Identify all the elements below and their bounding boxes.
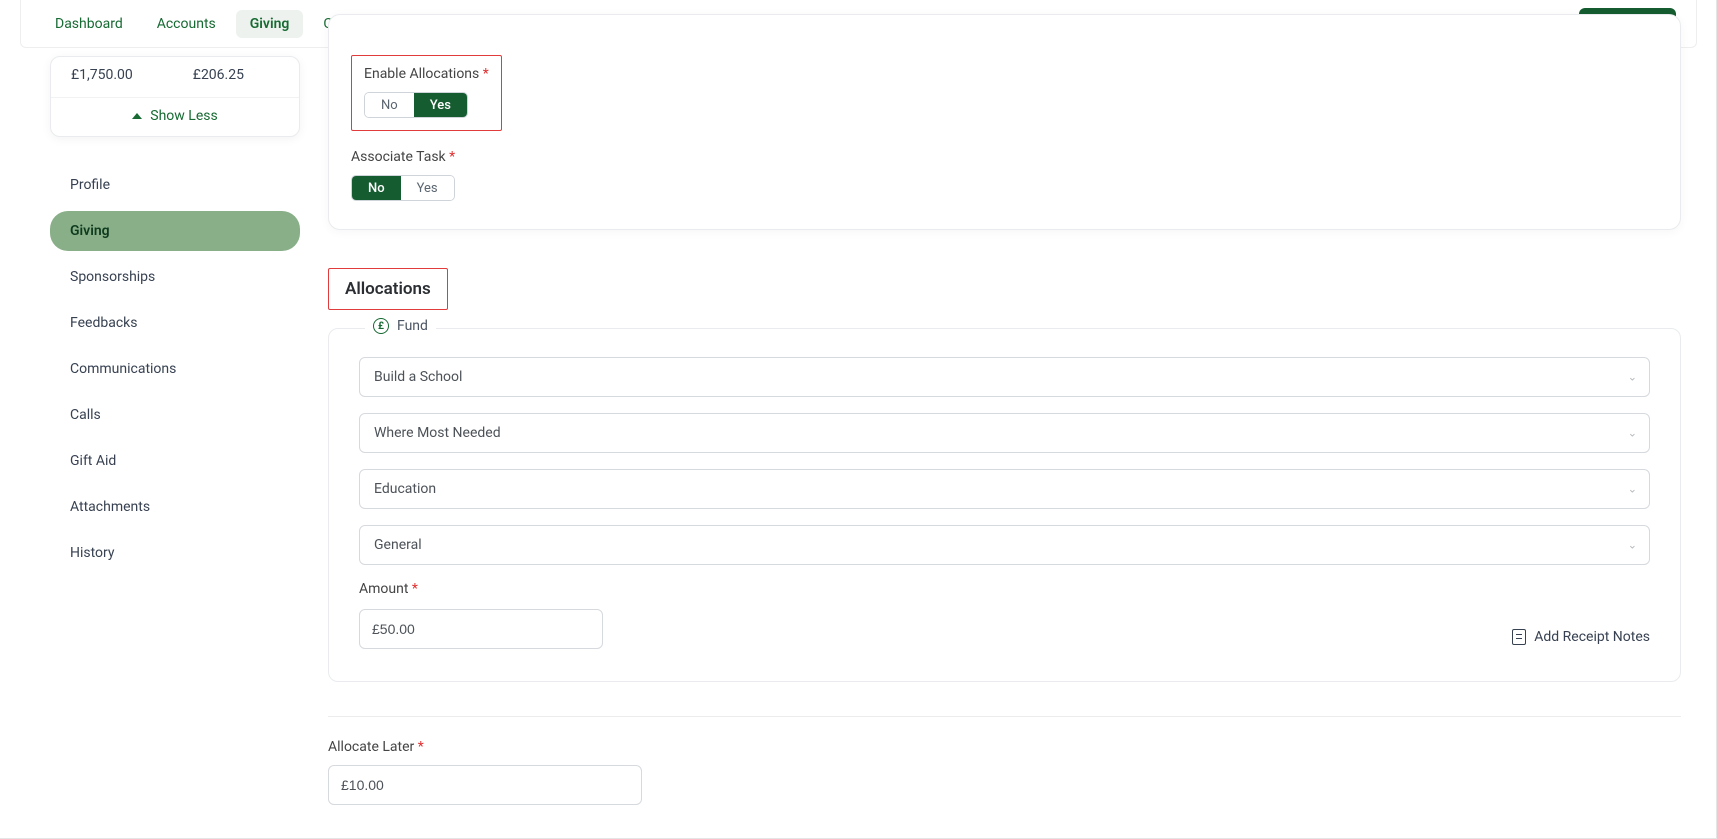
fund-select-1-value: Build a School	[374, 369, 462, 385]
add-receipt-notes-button[interactable]: Add Receipt Notes	[1512, 629, 1650, 645]
fund-select-1[interactable]: Build a School ⌄	[359, 357, 1650, 397]
allocations-title-box: Allocations	[328, 268, 448, 310]
fund-fieldset: £ Fund Build a School ⌄ Where Most Neede…	[328, 328, 1681, 682]
enable-allocations-label: Enable Allocations *	[364, 66, 489, 82]
add-receipt-notes-label: Add Receipt Notes	[1534, 629, 1650, 645]
enable-allocations-toggle[interactable]: No Yes	[364, 92, 468, 118]
chevron-down-icon: ⌄	[1628, 371, 1637, 384]
sidebar-menu: Profile Giving Sponsorships Feedbacks Co…	[50, 165, 300, 573]
allocate-later-label-text: Allocate Later	[328, 739, 414, 755]
fund-legend-text: Fund	[397, 318, 428, 334]
fund-select-3[interactable]: Education ⌄	[359, 469, 1650, 509]
nav-dashboard[interactable]: Dashboard	[41, 10, 137, 38]
summary-amounts: £1,750.00 £206.25	[51, 57, 299, 97]
chevron-down-icon: ⌄	[1628, 539, 1637, 552]
associate-task-group: Associate Task * No Yes	[351, 149, 1658, 201]
sidebar-item-calls[interactable]: Calls	[50, 395, 300, 435]
associate-task-yes[interactable]: Yes	[401, 176, 454, 200]
required-asterisk: *	[412, 581, 418, 597]
fund-select-4-value: General	[374, 537, 422, 553]
required-asterisk: *	[483, 66, 489, 82]
required-asterisk: *	[449, 149, 455, 165]
show-less-label: Show Less	[150, 108, 217, 124]
enable-allocations-yes[interactable]: Yes	[414, 93, 467, 117]
sidebar-item-gift-aid[interactable]: Gift Aid	[50, 441, 300, 481]
sidebar-item-history[interactable]: History	[50, 533, 300, 573]
sidebar-item-communications[interactable]: Communications	[50, 349, 300, 389]
allocate-later-input[interactable]	[328, 765, 642, 805]
nav-giving[interactable]: Giving	[236, 10, 304, 38]
amount-block: Amount *	[359, 581, 603, 649]
sidebar-item-sponsorships[interactable]: Sponsorships	[50, 257, 300, 297]
fund-legend: £ Fund	[365, 318, 436, 334]
chevron-down-icon: ⌄	[1628, 483, 1637, 496]
summary-amount-1: £1,750.00	[71, 67, 133, 83]
associate-task-no[interactable]: No	[352, 176, 401, 200]
associate-task-label: Associate Task *	[351, 149, 1658, 165]
sidebar-item-giving[interactable]: Giving	[50, 211, 300, 251]
associate-task-label-text: Associate Task	[351, 149, 446, 165]
amount-input[interactable]	[359, 609, 603, 649]
required-asterisk: *	[418, 739, 424, 755]
allocate-later-label: Allocate Later *	[328, 739, 1681, 755]
summary-card: £1,750.00 £206.25 Show Less	[50, 56, 300, 137]
sidebar-item-feedbacks[interactable]: Feedbacks	[50, 303, 300, 343]
sidebar-item-profile[interactable]: Profile	[50, 165, 300, 205]
enable-allocations-label-text: Enable Allocations	[364, 66, 479, 82]
caret-up-icon	[132, 113, 142, 119]
allocate-later-group: Allocate Later *	[328, 739, 1681, 805]
associate-task-toggle[interactable]: No Yes	[351, 175, 455, 201]
nav-accounts[interactable]: Accounts	[143, 10, 230, 38]
amount-label: Amount *	[359, 581, 603, 597]
summary-amount-2: £206.25	[193, 67, 244, 83]
amount-row: Amount * Add Receipt Notes	[359, 581, 1650, 649]
allocations-section: Allocations £ Fund Build a School ⌄ Wher…	[328, 268, 1681, 805]
allocations-title: Allocations	[345, 279, 431, 299]
fund-icon: £	[373, 318, 389, 334]
fund-select-2-value: Where Most Needed	[374, 425, 501, 441]
sidebar-column: £1,750.00 £206.25 Show Less Profile Givi…	[50, 56, 300, 579]
main-column: Enable Allocations * No Yes Associate Ta…	[328, 14, 1681, 839]
divider	[328, 716, 1681, 717]
sidebar-item-attachments[interactable]: Attachments	[50, 487, 300, 527]
fund-select-4[interactable]: General ⌄	[359, 525, 1650, 565]
enable-allocations-no[interactable]: No	[365, 93, 414, 117]
fund-select-3-value: Education	[374, 481, 436, 497]
fund-select-2[interactable]: Where Most Needed ⌄	[359, 413, 1650, 453]
show-less-toggle[interactable]: Show Less	[51, 97, 299, 136]
file-text-icon	[1512, 629, 1526, 645]
amount-label-text: Amount	[359, 581, 408, 597]
chevron-down-icon: ⌄	[1628, 427, 1637, 440]
settings-card: Enable Allocations * No Yes Associate Ta…	[328, 14, 1681, 230]
enable-allocations-group: Enable Allocations * No Yes	[351, 55, 502, 131]
